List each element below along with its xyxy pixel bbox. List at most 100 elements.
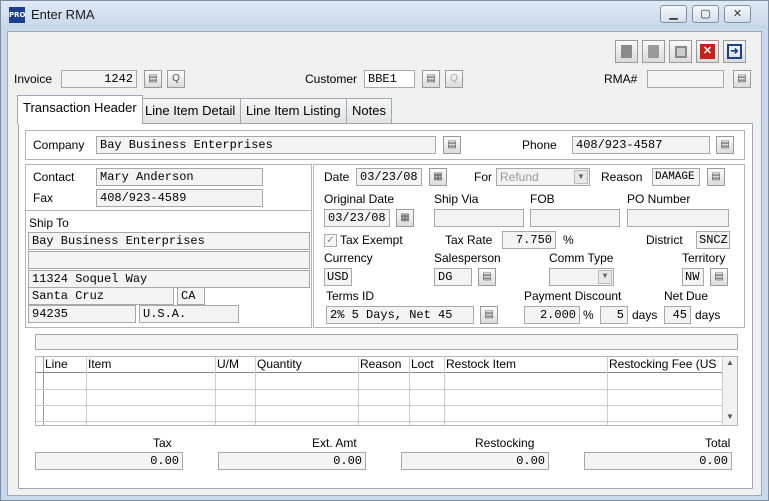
- payment-discount-field[interactable]: 2.000: [524, 306, 580, 324]
- line-item-grid[interactable]: Line Item U/M Quantity Reason Loct Resto…: [35, 356, 738, 426]
- status-field: [35, 334, 738, 350]
- title-bar: PRO Enter RMA ▁ ▢ ✕: [1, 1, 768, 29]
- maximize-button[interactable]: ▢: [692, 5, 719, 23]
- salesperson-label: Salesperson: [434, 251, 501, 265]
- comm-type-label: Comm Type: [549, 251, 614, 265]
- tab-line-item-listing[interactable]: Line Item Listing: [240, 98, 347, 123]
- tab-notes[interactable]: Notes: [346, 98, 392, 123]
- terms-id-field[interactable]: 2% 5 Days, Net 45: [326, 306, 474, 324]
- save-icon: [674, 46, 687, 58]
- salesperson-field[interactable]: DG: [434, 268, 472, 286]
- original-date-calendar-button[interactable]: ▦: [396, 209, 414, 227]
- net-due-label: Net Due: [664, 289, 709, 303]
- date-calendar-button[interactable]: ▦: [429, 168, 447, 186]
- po-number-field[interactable]: [627, 209, 729, 227]
- date-field[interactable]: 03/23/08: [356, 168, 422, 186]
- rma-lookup-button[interactable]: ▤: [733, 70, 751, 88]
- ship-to-address-line3[interactable]: 11324 Soquel Way: [28, 270, 310, 288]
- customer-field[interactable]: BBE1: [364, 70, 415, 88]
- original-date-field[interactable]: 03/23/08: [324, 209, 390, 227]
- territory-field[interactable]: NW: [682, 268, 704, 286]
- rma-field[interactable]: [647, 70, 724, 88]
- tab-line-item-detail[interactable]: Line Item Detail: [139, 98, 242, 123]
- lookup-icon: ▤: [447, 139, 457, 150]
- territory-lookup-button[interactable]: ▤: [710, 268, 728, 286]
- company-label: Company: [33, 138, 85, 152]
- invoice-label: Invoice: [14, 72, 53, 86]
- tax-rate-unit: %: [563, 233, 574, 247]
- minimize-button[interactable]: ▁: [660, 5, 687, 23]
- ship-to-address-line2[interactable]: [28, 251, 310, 269]
- next-record-button[interactable]: [642, 40, 665, 63]
- fob-field[interactable]: [530, 209, 620, 227]
- search-icon: Q: [450, 73, 458, 84]
- ship-to-group: Ship To Bay Business Enterprises 11324 S…: [25, 210, 312, 328]
- first-record-button[interactable]: [615, 40, 638, 63]
- company-field[interactable]: Bay Business Enterprises: [96, 136, 436, 154]
- chevron-down-icon: ▼: [598, 270, 612, 284]
- tax-exempt-label: Tax Exempt: [340, 233, 403, 247]
- ship-to-address-line1[interactable]: Bay Business Enterprises: [28, 232, 310, 250]
- reason-lookup-button[interactable]: ▤: [707, 168, 725, 186]
- customer-search-button[interactable]: Q: [445, 70, 463, 88]
- tax-exempt-checkbox[interactable]: ✓: [324, 234, 337, 247]
- restocking-total-label: Restocking: [475, 436, 535, 450]
- first-record-icon: [621, 45, 632, 58]
- company-group: Company Bay Business Enterprises ▤ Phone…: [25, 130, 745, 160]
- comm-type-dropdown[interactable]: ▼: [549, 268, 614, 286]
- for-dropdown[interactable]: Refund ▼: [496, 168, 590, 186]
- payment-discount-days-field[interactable]: 5: [600, 306, 628, 324]
- invoice-search-button[interactable]: Q: [167, 70, 185, 88]
- payment-discount-label: Payment Discount: [524, 289, 622, 303]
- phone-label: Phone: [522, 138, 557, 152]
- lookup-icon: ▤: [426, 73, 436, 84]
- reason-field[interactable]: DAMAGE: [652, 168, 700, 186]
- contact-label: Contact: [33, 170, 75, 184]
- fax-label: Fax: [33, 191, 54, 205]
- invoice-field[interactable]: 1242: [61, 70, 137, 88]
- salesperson-lookup-button[interactable]: ▤: [478, 268, 496, 286]
- phone-lookup-button[interactable]: ▤: [716, 136, 734, 154]
- tax-rate-field[interactable]: 7.750: [502, 231, 556, 249]
- scroll-up-icon: ▲: [726, 358, 734, 367]
- company-lookup-button[interactable]: ▤: [443, 136, 461, 154]
- ship-via-field[interactable]: [434, 209, 524, 227]
- fax-field[interactable]: 408/923-4589: [96, 189, 263, 207]
- app-logo-icon: PRO: [9, 7, 25, 23]
- delete-button[interactable]: ✕: [696, 40, 719, 63]
- lookup-icon: ▤: [714, 271, 724, 282]
- contact-field[interactable]: Mary Anderson: [96, 168, 263, 186]
- close-button[interactable]: ✕: [724, 5, 751, 23]
- lookup-icon: ▤: [484, 309, 494, 320]
- phone-field[interactable]: 408/923-4587: [572, 136, 710, 154]
- terms-lookup-button[interactable]: ▤: [480, 306, 498, 324]
- ship-to-country-field[interactable]: U.S.A.: [139, 305, 239, 323]
- ship-to-zip-field[interactable]: 94235: [28, 305, 136, 323]
- currency-field[interactable]: USD: [324, 268, 352, 286]
- ext-amt-field: 0.00: [218, 452, 366, 470]
- search-icon: Q: [172, 73, 180, 84]
- tax-rate-label: Tax Rate: [445, 233, 493, 247]
- grid-scrollbar[interactable]: ▲ ▼: [722, 357, 737, 425]
- exit-button[interactable]: ➜: [723, 40, 746, 63]
- restocking-total-field: 0.00: [401, 452, 549, 470]
- customer-lookup-button[interactable]: ▤: [422, 70, 440, 88]
- rma-label: RMA#: [604, 72, 638, 86]
- payment-discount-unit: %: [583, 308, 594, 322]
- invoice-lookup-button[interactable]: ▤: [144, 70, 162, 88]
- lookup-icon: ▤: [482, 271, 492, 282]
- ship-to-city-field[interactable]: Santa Cruz: [28, 287, 174, 305]
- transaction-header-panel: Company Bay Business Enterprises ▤ Phone…: [18, 123, 753, 489]
- ship-to-state-field[interactable]: CA: [177, 287, 205, 305]
- fob-label: FOB: [530, 192, 555, 206]
- delete-icon: ✕: [700, 44, 715, 59]
- tab-transaction-header[interactable]: Transaction Header: [17, 95, 143, 124]
- net-due-field[interactable]: 45: [664, 306, 691, 324]
- calendar-icon: ▦: [400, 212, 410, 223]
- original-date-label: Original Date: [324, 192, 395, 206]
- discount-days-label: days: [632, 308, 658, 322]
- chevron-down-icon: ▼: [574, 170, 588, 184]
- save-button[interactable]: [669, 40, 692, 63]
- details-group: Date 03/23/08 ▦ For Refund ▼ Reason DAMA…: [313, 164, 745, 328]
- district-field[interactable]: SNCZ: [696, 231, 730, 249]
